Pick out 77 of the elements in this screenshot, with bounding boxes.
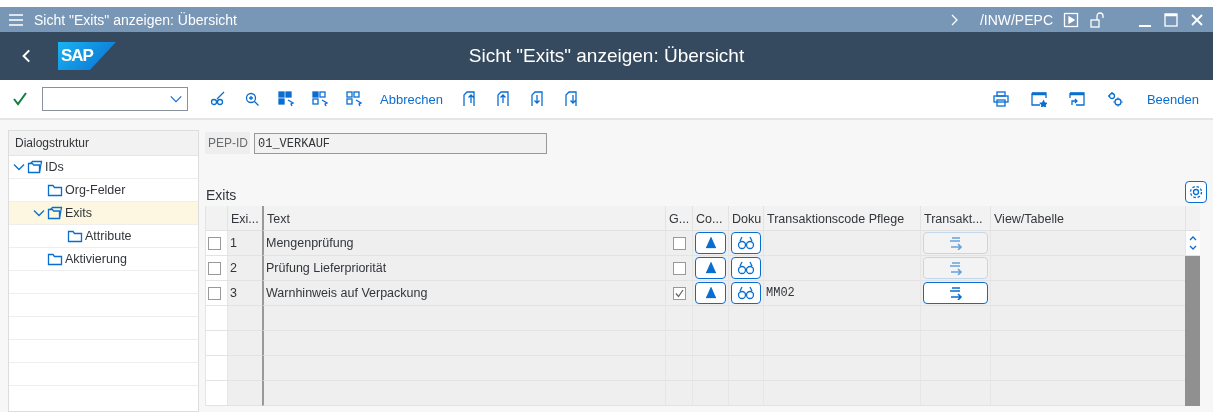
table-cell [227,356,262,381]
window-star-icon[interactable] [1030,91,1047,107]
arrow-icon [947,261,964,275]
glasses-icon [737,286,755,300]
play-icon[interactable] [1063,11,1079,28]
checkbox[interactable] [672,286,686,300]
select-block-icon[interactable] [312,91,328,107]
table-cell: 3 [227,281,262,306]
chevron-down-icon[interactable] [33,207,45,219]
page-title: Sicht "Exits" anzeigen: Übersicht [468,45,745,67]
maximize-icon[interactable] [1163,11,1179,28]
component-icon [704,237,717,249]
folder-icon [47,251,63,267]
table-cell [205,381,227,406]
panel-title: Dialogstruktur [9,131,198,156]
chevron-down-icon[interactable] [13,161,25,173]
arrow-icon [947,286,964,300]
field-label: PEP-ID [205,132,250,154]
table-cell: 1 [227,231,262,256]
table-cell [227,381,262,406]
column-header: Transakt... [920,206,990,231]
window-arrow-icon[interactable] [1068,91,1085,107]
gears-icon[interactable] [1106,91,1123,107]
table-cell [227,306,262,331]
unlocked-padlock-icon[interactable] [1089,11,1105,28]
checkbox[interactable] [672,261,686,275]
select-all-icon[interactable] [278,91,294,107]
tree-item[interactable]: Exits [9,202,198,225]
scrollbar-thumb[interactable] [1185,381,1200,406]
component-icon [704,287,717,299]
arrow-icon [947,236,964,250]
check-icon[interactable] [12,91,28,107]
row-selector[interactable] [208,286,221,300]
menu-icon[interactable] [8,11,24,28]
row-selector[interactable] [208,236,221,250]
deselect-icon[interactable] [346,91,362,107]
scrollbar-thumb[interactable] [1185,256,1200,281]
cancel-button[interactable]: Abbrechen [378,91,445,107]
close-icon[interactable] [1189,11,1205,28]
folder-icon [67,228,83,244]
open-folder-icon [27,159,43,175]
window-title: Sicht "Exits" anzeigen: Übersicht [34,11,237,28]
zoom-icon[interactable] [244,91,260,107]
previous-page-icon[interactable] [494,91,511,107]
exit-button[interactable]: Beenden [1144,91,1201,107]
command-field[interactable] [42,87,188,111]
row-selector[interactable] [208,261,221,275]
last-page-icon[interactable] [562,91,579,107]
column-header: Exi... [227,206,262,231]
column-header: Doku [728,206,763,231]
print-icon[interactable] [992,91,1009,107]
first-page-icon[interactable] [460,91,477,107]
table-cell [205,356,227,381]
component-icon [704,262,717,274]
sap-logo: SAP [58,42,116,70]
column-header: Transaktionscode Pflege [763,206,920,231]
column-header: Co... [692,206,728,231]
folder-icon [47,182,63,198]
table-title: Exits [205,187,237,203]
table-cell: Warnhinweis auf Verpackung [262,281,665,306]
table-cell: 2 [227,256,262,281]
table-cell: Mengenprüfung [262,231,665,256]
checkbox[interactable] [672,236,686,250]
glasses-icon [737,261,755,275]
table-cell [227,331,262,356]
open-folder-icon [47,205,63,221]
column-header: Text [262,206,665,231]
table-cell: MM02 [763,281,920,306]
glasses-pencil-icon[interactable] [210,91,226,107]
table-cell [205,331,227,356]
next-page-icon[interactable] [528,91,545,107]
pep-id-field[interactable]: 01_VERKAUF [254,132,547,154]
column-header: G... [665,206,692,231]
column-header: View/Tabelle [990,206,1185,231]
system-name: /INW/PEPC [979,11,1053,28]
table-cell: Prüfung Lieferpriorität [262,256,665,281]
glasses-icon [737,236,755,250]
